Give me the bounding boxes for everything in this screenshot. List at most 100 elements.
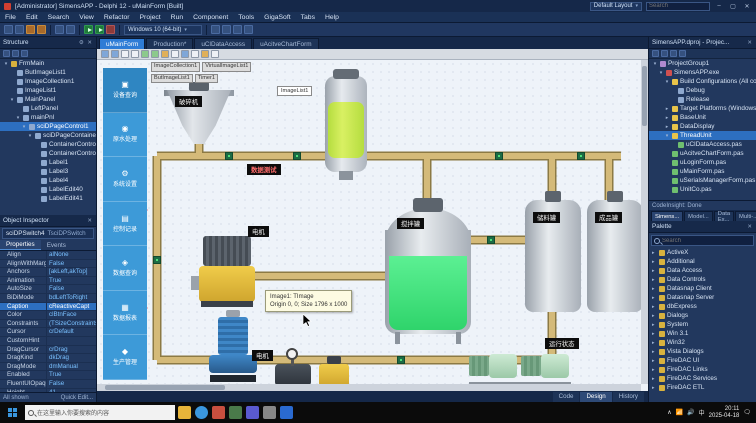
- project-node[interactable]: ▸ Target Platforms (Windows 32-bit): [649, 104, 756, 113]
- property-value[interactable]: False: [46, 259, 96, 268]
- sync-editor-icon[interactable]: [679, 50, 686, 57]
- volume-icon[interactable]: 🔊: [687, 409, 694, 416]
- palette-category[interactable]: ▸ Datasnap Server: [649, 293, 756, 302]
- structure-node[interactable]: ContainerControl2: [0, 149, 96, 158]
- mail-icon[interactable]: [280, 406, 293, 419]
- palette-category[interactable]: ▸ dbExpress: [649, 302, 756, 311]
- browser-icon[interactable]: [195, 406, 208, 419]
- palette-category[interactable]: ▸ FireDAC Services: [649, 374, 756, 383]
- palette-category[interactable]: ▸ Dialogs: [649, 311, 756, 320]
- project-node[interactable]: uAcitveChartForm.pas: [649, 149, 756, 158]
- project-node[interactable]: ▸ BaseUnit: [649, 113, 756, 122]
- component-selector-combo[interactable]: sciDPSwitch4 TsciDPSwitch: [2, 228, 94, 239]
- tree-toggle-icon[interactable]: ▸: [664, 106, 670, 112]
- taskbar-clock[interactable]: 20:11 2025-04-18: [709, 406, 740, 420]
- build-icon[interactable]: [211, 25, 220, 34]
- menu-item[interactable]: Component: [188, 12, 233, 22]
- compile-icon[interactable]: [222, 25, 231, 34]
- structure-node[interactable]: Label1: [0, 158, 96, 167]
- structure-node[interactable]: ▾ MainPanel: [0, 95, 96, 104]
- menu-item[interactable]: View: [74, 12, 99, 22]
- activate-project-icon[interactable]: [670, 50, 677, 57]
- right-panel-tab[interactable]: Data Ex...: [713, 211, 735, 221]
- open-icon[interactable]: [15, 25, 24, 34]
- tree-toggle-icon[interactable]: ▾: [664, 133, 670, 139]
- project-node[interactable]: ▸ DataDisplay: [649, 122, 756, 131]
- property-value[interactable]: [akLeft,akTop]: [46, 268, 96, 276]
- structure-node[interactable]: ButImageList1: [0, 68, 96, 77]
- panel-close-icon[interactable]: ✕: [747, 40, 753, 46]
- component-tag[interactable]: VirtualImageList1: [202, 62, 252, 72]
- project-node[interactable]: ▾ ThreadUnit: [649, 131, 756, 140]
- structure-node[interactable]: ImageList1: [0, 86, 96, 95]
- property-value[interactable]: True: [46, 371, 96, 379]
- project-node[interactable]: ▾ Build Configurations (All configuratio…: [649, 77, 756, 86]
- settings-taskbar-icon[interactable]: [263, 406, 276, 419]
- component-tag[interactable]: ImageCollection1: [151, 62, 201, 72]
- flip-children-icon[interactable]: [201, 50, 209, 58]
- view-tab[interactable]: History: [612, 391, 644, 402]
- project-node[interactable]: uLoginForm.pas: [649, 158, 756, 167]
- property-row[interactable]: Color clBtnFace: [0, 311, 96, 320]
- add-unit-icon[interactable]: [652, 50, 659, 57]
- palette-category[interactable]: ▸ Additional: [649, 257, 756, 266]
- expand-all-icon[interactable]: [3, 50, 10, 57]
- view-tab[interactable]: Design: [580, 391, 612, 402]
- remove-unit-icon[interactable]: [661, 50, 668, 57]
- structure-node[interactable]: ▾ sciDPageControl1: [0, 122, 96, 131]
- redo-icon[interactable]: [66, 25, 75, 34]
- panel-close-icon[interactable]: ✕: [747, 224, 753, 230]
- structure-node[interactable]: LabelEdit41: [0, 194, 96, 203]
- quick-edit-link[interactable]: Quick Edit...: [61, 395, 93, 401]
- property-row[interactable]: Anchors [akLeft,akTop]: [0, 268, 96, 277]
- project-node[interactable]: uSerialsManagerForm.pas: [649, 176, 756, 185]
- tree-toggle-icon[interactable]: ▾: [658, 70, 664, 76]
- property-value[interactable]: dkDrag: [46, 354, 96, 362]
- project-node[interactable]: ▾ ProjectGroup1: [649, 59, 756, 68]
- hmi-menu-item[interactable]: ◉ 原水处理: [103, 113, 147, 158]
- property-value[interactable]: False: [46, 379, 96, 388]
- structure-node[interactable]: ContainerControl1: [0, 140, 96, 149]
- ide-docs-icon[interactable]: [246, 406, 259, 419]
- property-value[interactable]: (TSizeConstraints): [46, 319, 96, 328]
- help-icon[interactable]: [244, 25, 253, 34]
- send-to-back-icon[interactable]: [131, 50, 139, 58]
- scale-icon[interactable]: [151, 50, 159, 58]
- tree-toggle-icon[interactable]: ▾: [664, 79, 670, 85]
- excel-icon[interactable]: [229, 406, 242, 419]
- property-value[interactable]: alNone: [46, 251, 96, 259]
- property-row[interactable]: DragMode dmManual: [0, 362, 96, 372]
- tree-toggle-icon[interactable]: ▸: [664, 115, 670, 121]
- structure-node[interactable]: ▾ mainPnl: [0, 113, 96, 122]
- structure-node[interactable]: ImageCollection1: [0, 77, 96, 86]
- property-row[interactable]: BiDiMode bdLeftToRight: [0, 293, 96, 303]
- file-explorer-icon[interactable]: [178, 406, 191, 419]
- property-value[interactable]: cReactiveCapt: [46, 302, 96, 311]
- menu-item[interactable]: Tools: [233, 12, 259, 22]
- palette-category[interactable]: ▸ System: [649, 320, 756, 329]
- project-node[interactable]: uMainForm.pas: [649, 167, 756, 176]
- component-tag[interactable]: Timer1: [194, 73, 218, 83]
- structure-node[interactable]: Label3: [0, 167, 96, 176]
- maximize-button[interactable]: ▢: [728, 3, 738, 10]
- close-button[interactable]: ✕: [742, 3, 752, 10]
- creation-order-icon[interactable]: [171, 50, 179, 58]
- property-row[interactable]: Enabled True: [0, 371, 96, 380]
- property-row[interactable]: Animation True: [0, 276, 96, 286]
- editor-tab[interactable]: Production*: [146, 38, 194, 49]
- view-tab[interactable]: Code: [552, 391, 580, 402]
- tree-toggle-icon[interactable]: ▾: [15, 115, 21, 121]
- palette-category[interactable]: ▸ FireDAC ETL: [649, 383, 756, 392]
- menu-item[interactable]: Help: [320, 12, 344, 22]
- property-row[interactable]: Constraints (TSizeConstraints): [0, 319, 96, 329]
- hmi-menu-item[interactable]: ◆ 生产管理: [103, 335, 147, 381]
- property-row[interactable]: DragKind dkDrag: [0, 354, 96, 363]
- palette-category[interactable]: ▸ Vista Dialogs: [649, 347, 756, 356]
- property-row[interactable]: Cursor crDefault: [0, 328, 96, 337]
- property-row[interactable]: DragCursor crDrag: [0, 345, 96, 355]
- delphi-taskbar-icon[interactable]: [212, 406, 225, 419]
- new-icon[interactable]: [4, 25, 13, 34]
- tree-toggle-icon[interactable]: ▾: [27, 133, 33, 139]
- right-panel-tab[interactable]: Model...: [684, 211, 713, 221]
- hmi-menu-item[interactable]: ▣ 设备查询: [103, 68, 147, 113]
